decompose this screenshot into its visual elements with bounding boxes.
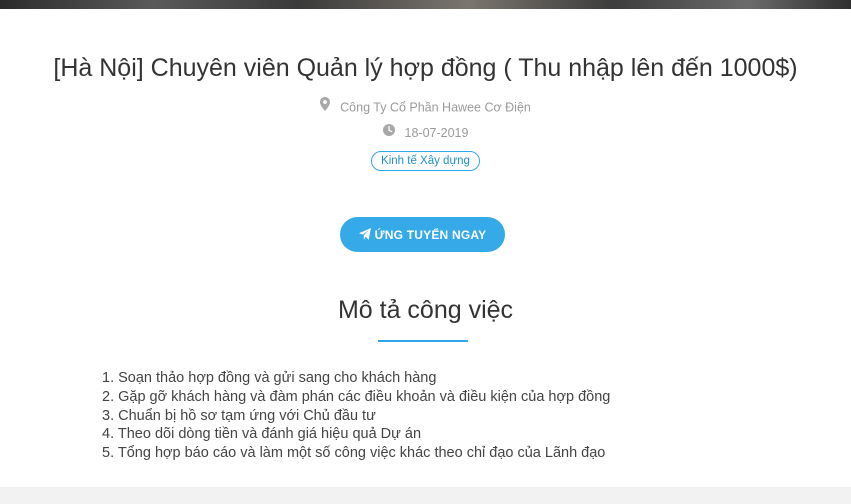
date-row: 18-07-2019 (0, 123, 851, 142)
paper-plane-icon (358, 228, 371, 243)
list-item: 5. Tổng hợp báo cáo và làm một số công v… (102, 445, 606, 462)
category-tag[interactable]: Kinh tế Xây dựng (371, 151, 480, 171)
company-row: Công Ty Cổ Phần Hawee Cơ Điện (0, 97, 851, 117)
list-item: 1. Soạn thảo hợp đồng và gửi sang cho kh… (102, 370, 437, 386)
job-detail-page: [Hà Nội] Chuyên viên Quản lý hợp đồng ( … (0, 0, 851, 504)
tag-container: Kinh tế Xây dựng (0, 151, 851, 171)
section-underline (378, 340, 468, 342)
description-list: 1. Soạn thảo hợp đồng và gửi sang cho kh… (102, 369, 610, 463)
company-name[interactable]: Công Ty Cổ Phần Hawee Cơ Điện (340, 100, 531, 114)
list-item: 4. Theo dõi dòng tiền và đánh giá hiệu q… (102, 426, 422, 443)
apply-now-label: ỨNG TUYỂN NGAY (374, 227, 487, 242)
list-item: 2. Gặp gỡ khách hàng và đàm phán các điề… (102, 388, 611, 405)
apply-now-button[interactable]: ỨNG TUYỂN NGAY (340, 217, 505, 252)
post-date: 18-07-2019 (404, 126, 469, 140)
map-marker-icon (320, 97, 331, 115)
job-title: [Hà Nội] Chuyên viên Quản lý hợp đồng ( … (53, 54, 798, 82)
section-title-description: Mô tả công việc (337, 296, 514, 324)
bottom-divider (0, 487, 851, 504)
clock-icon (382, 123, 395, 140)
top-banner-image (0, 0, 851, 9)
list-item: 3. Chuẩn bị hồ sơ tạm ứng với Chủ đầu tư (102, 407, 376, 424)
